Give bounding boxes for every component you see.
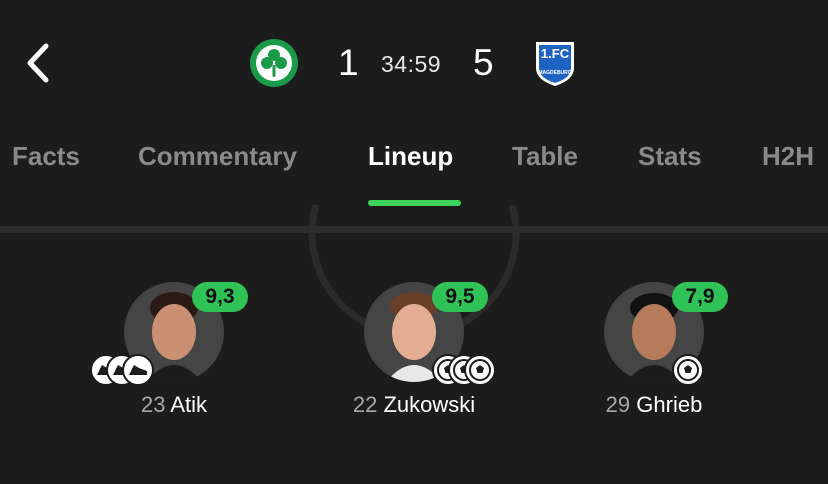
player-number: 29	[605, 392, 631, 417]
player-surname: Ghrieb	[636, 392, 703, 417]
goal-ball-icon	[464, 354, 496, 386]
player-events	[90, 354, 154, 386]
away-team-crest[interactable]: 1.FC MAGDEBURG	[530, 38, 580, 88]
tab-facts[interactable]: Facts	[12, 141, 80, 172]
pitch-halfway-line	[0, 226, 828, 233]
tab-table[interactable]: Table	[512, 141, 578, 172]
player-card[interactable]: 9,5 22 Zukowski	[353, 282, 496, 422]
tab-stats[interactable]: Stats	[638, 141, 702, 172]
away-score: 5	[473, 42, 494, 83]
back-button[interactable]	[18, 40, 58, 86]
chevron-left-icon	[27, 43, 49, 83]
tab-h2h[interactable]: H2H	[762, 141, 814, 172]
tab-bar: Facts Commentary Lineup Table Stats H2H	[0, 120, 828, 210]
player-surname: Zukowski	[383, 392, 476, 417]
player-name: 29 Ghrieb	[554, 392, 754, 418]
tab-commentary[interactable]: Commentary	[138, 141, 297, 172]
home-score: 1	[338, 42, 359, 83]
crest-side-text: MAGDEBURG	[538, 70, 571, 76]
match-clock: 34:59	[381, 51, 442, 77]
home-team-crest[interactable]	[249, 38, 299, 88]
player-events	[432, 354, 496, 386]
player-rating-badge: 9,3	[192, 282, 248, 312]
player-events	[672, 354, 704, 386]
player-card[interactable]: 7,9 29 Ghrieb	[594, 282, 728, 422]
player-card[interactable]: 9,3 23 Atik	[90, 282, 248, 422]
player-surname: Atik	[170, 392, 208, 417]
player-rating-badge: 7,9	[672, 282, 728, 312]
tab-lineup[interactable]: Lineup	[368, 141, 453, 172]
player-name: 22 Zukowski	[314, 392, 514, 418]
player-number: 23	[140, 392, 166, 417]
goal-ball-icon	[672, 354, 704, 386]
player-rating-badge: 9,5	[432, 282, 488, 312]
player-name: 23 Atik	[74, 392, 274, 418]
match-header: 1 34:59 5 1.FC MAGDEBURG	[0, 0, 828, 120]
player-number: 22	[352, 392, 378, 417]
assist-boot-icon	[122, 354, 154, 386]
magdeburg-crest-icon: 1.FC	[541, 46, 570, 61]
